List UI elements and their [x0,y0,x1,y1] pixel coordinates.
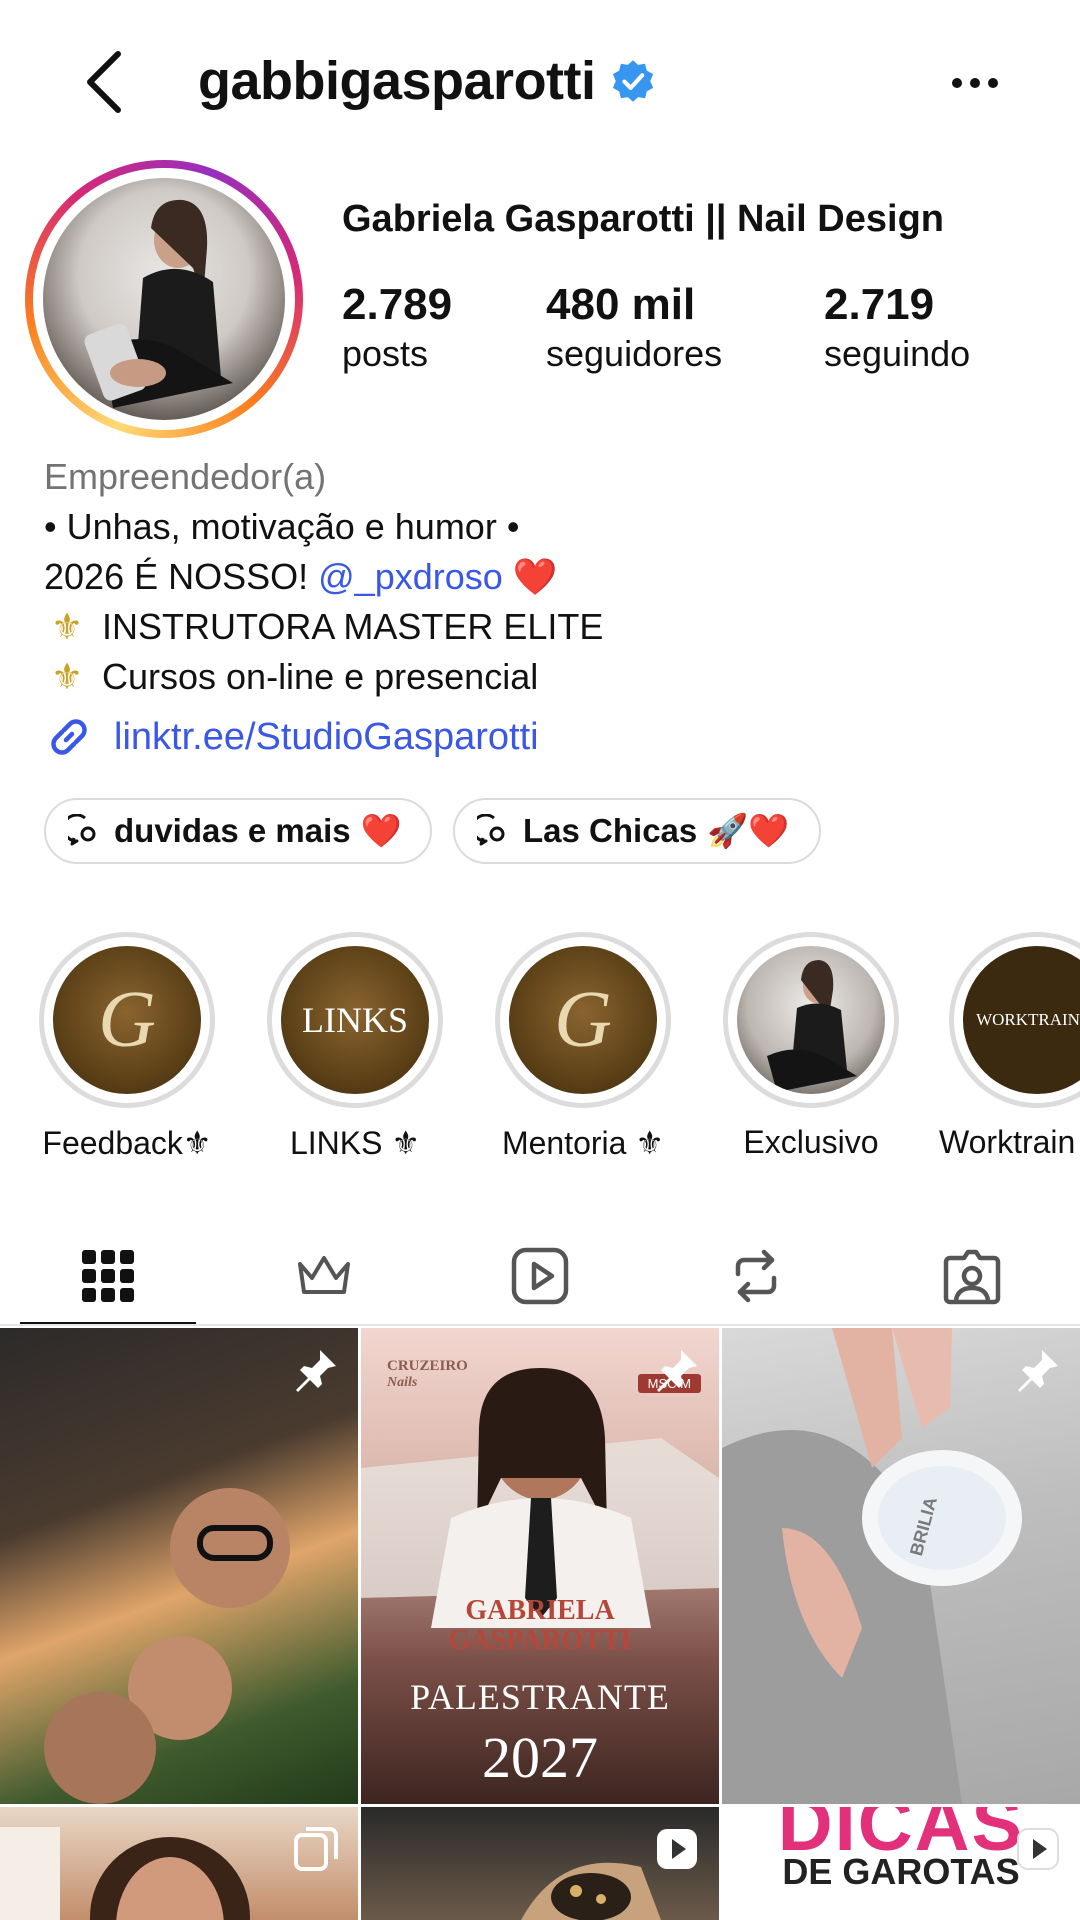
posts-label: posts [342,333,429,374]
stat-following[interactable]: 2.719 seguindo [824,278,970,376]
highlight-cover: G [53,946,201,1094]
highlight-cover-text: LINKS [302,1000,408,1040]
highlight-links[interactable]: LINKS LINKS ⚜ [265,932,445,1162]
profile-bio: Empreendedor(a) • Unhas, motivação e hum… [44,452,1044,702]
profile-tabs [0,1226,1080,1326]
tabs-divider [0,1324,1080,1326]
highlight-label: Feedback⚜ [42,1125,212,1161]
post-brand-sub: Nails [387,1375,418,1390]
highlight-cover: LINKS [281,946,429,1094]
reels-play-icon [511,1247,569,1305]
repost-icon [735,1249,777,1303]
stat-followers[interactable]: 480 mil seguidores [546,278,722,376]
chat-bubble-icon [68,814,96,846]
highlight-label: Mentoria ⚜ [501,1125,665,1161]
post-thumbnail[interactable]: DICAS DE GAROTAS [722,1807,1080,1920]
verified-badge-icon [612,60,653,102]
tagged-person-icon [943,1249,1001,1305]
highlight-feedback[interactable]: G Feedback⚜ [37,932,217,1162]
highlight-cover: G [509,946,657,1094]
carousel-icon [294,1827,338,1871]
bio-line-1: • Unhas, motivação e humor • [44,506,520,547]
stat-posts[interactable]: 2.789 posts [342,278,452,376]
bio-line-3: ⚜ INSTRUTORA MASTER ELITE [44,602,1044,652]
post-role-text: PALESTRANTE [410,1677,670,1717]
post-thumbnail[interactable] [0,1328,358,1804]
heart-emoji: ❤️ [512,556,558,597]
highlight-cover-logo: G [554,975,612,1064]
bio-category: Empreendedor(a) [44,456,327,497]
post-thumbnail[interactable]: CRUZEIRO Nails MSC M GABRIELA GASPAROTTI… [361,1328,719,1804]
tab-posts-grid[interactable] [0,1226,216,1326]
highlight-worktrain[interactable]: WORKTRAININ Worktrain [939,932,1080,1161]
profile-username: gabbigasparotti [198,48,656,114]
channel-chip-duvidas[interactable]: duvidas e mais ❤️ [44,798,432,864]
crown-icon [298,1256,350,1294]
highlight-label: Exclusivo [743,1124,879,1160]
bio-line-2: 2026 É NOSSO! @_pxdroso ❤️ [44,552,1044,602]
pinned-icon [296,1350,336,1392]
highlight-mentoria[interactable]: G Mentoria ⚜ [493,932,673,1162]
bio-line-2-text: 2026 É NOSSO! [44,556,319,597]
highlight-label: Worktrain [939,1124,1076,1160]
tab-subscriptions[interactable] [216,1226,432,1326]
following-label: seguindo [824,333,971,374]
post-thumbnail[interactable] [361,1807,719,1920]
highlight-cover-logo: G [98,975,156,1064]
highlight-label: LINKS ⚜ [289,1125,421,1161]
followers-label: seguidores [546,333,723,374]
bio-external-link[interactable]: linktr.ee/StudioGasparotti [44,712,539,762]
followers-count: 480 mil [546,280,696,329]
bio-line-4: ⚜ Cursos on-line e presencial [44,652,1044,702]
tab-reposts[interactable] [648,1226,864,1326]
fleur-de-lis-icon: ⚜ [50,606,84,647]
bio-mention-link[interactable]: @_pxdroso [318,556,503,597]
avatar-photo [43,178,285,420]
following-count: 2.719 [824,280,935,329]
more-options-icon[interactable] [950,68,1000,98]
highlight-cover: WORKTRAININ [963,946,1080,1094]
rocket-heart-emoji: 🚀❤️ [707,811,790,849]
post-name-line-2: GASPAROTTI [448,1625,632,1656]
highlight-cover [737,946,885,1094]
link-icon [51,719,87,755]
highlight-exclusivo[interactable]: Exclusivo [721,932,901,1161]
posts-count: 2.789 [342,280,453,329]
post-year-text: 2027 [482,1725,598,1790]
chat-bubble-icon [477,814,505,846]
reel-icon [657,1829,697,1869]
channel-label: duvidas e mais [114,812,351,849]
highlight-cover-text: WORKTRAININ [976,1010,1080,1029]
profile-full-name: Gabriela Gasparotti || Nail Design [342,198,944,240]
tab-reels[interactable] [432,1226,648,1326]
bio-line-4-text: Cursos on-line e presencial [102,656,539,697]
pinned-icon [1018,1350,1058,1392]
channel-label: Las Chicas [523,812,698,849]
link-text: linktr.ee/StudioGasparotti [114,715,539,758]
reel-icon [1017,1828,1059,1870]
post-thumbnail[interactable]: BRILIA [722,1328,1080,1804]
top-bar: gabbigasparotti [0,0,1080,160]
profile-avatar[interactable] [25,160,303,438]
post-name-line-1: GABRIELA [465,1595,615,1626]
fleur-de-lis-icon: ⚜ [50,656,84,697]
grid-icon [82,1250,134,1302]
username-text: gabbigasparotti [198,51,596,111]
bio-line-3-text: INSTRUTORA MASTER ELITE [102,606,604,647]
back-arrow-icon[interactable] [78,48,134,116]
tab-tagged[interactable] [864,1226,1080,1326]
heart-emoji: ❤️ [360,811,402,849]
post-brand-text: CRUZEIRO [387,1358,468,1374]
post-thumbnail[interactable] [0,1807,358,1920]
pinned-icon [657,1350,697,1392]
channel-chip-las-chicas[interactable]: Las Chicas 🚀❤️ [453,798,821,864]
